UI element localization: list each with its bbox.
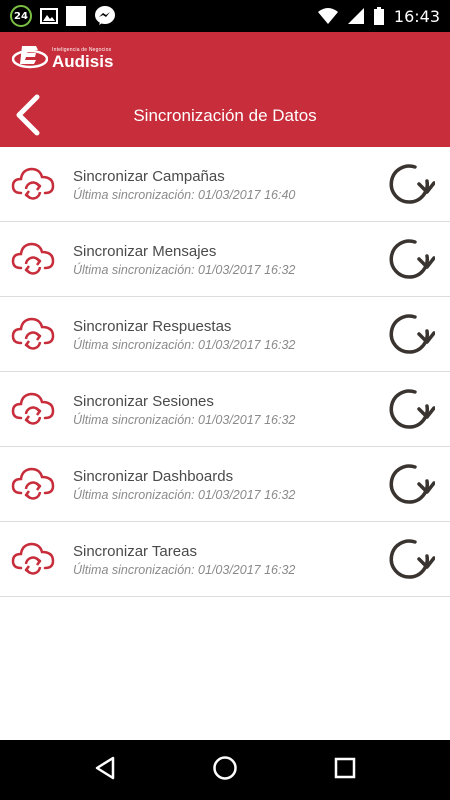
sync-item-label: Sincronizar Tareas <box>73 543 197 560</box>
app-header: Inteligencia de Negocios Audisis Sincron… <box>0 32 450 147</box>
sync-item-label: Sincronizar Dashboards <box>73 468 234 485</box>
sync-row-sesiones[interactable]: Sincronizar Sesiones Última sincronizaci… <box>0 372 450 447</box>
sync-item-label: Sincronizar Sesiones <box>73 393 214 410</box>
sync-item-label: Sincronizar Mensajes <box>73 243 217 260</box>
logo-mark-icon <box>11 42 49 75</box>
cloud-sync-icon <box>11 315 55 351</box>
refresh-icon <box>385 384 436 439</box>
nav-home-button[interactable] <box>200 745 250 795</box>
image-icon <box>40 7 58 25</box>
refresh-icon <box>385 459 436 514</box>
sync-list: Sincronizar Campañas Última sincronizaci… <box>0 147 450 597</box>
cloud-sync-icon <box>11 240 55 276</box>
system-nav-bar <box>0 740 450 800</box>
page-title: Sincronización de Datos <box>133 106 317 125</box>
battery-icon <box>373 7 384 25</box>
status-time: 16:43 <box>393 6 440 26</box>
refresh-button[interactable] <box>384 236 436 286</box>
recents-square-icon <box>334 757 356 784</box>
signal-icon <box>347 8 364 24</box>
home-circle-icon <box>212 755 238 786</box>
audisis-logo: Inteligencia de Negocios Audisis <box>11 42 113 75</box>
sync-item-timestamp: Última sincronización: 01/03/2017 16:40 <box>73 188 296 202</box>
refresh-button[interactable] <box>384 536 436 586</box>
refresh-button[interactable] <box>384 311 436 361</box>
notification-badge: 24 <box>10 5 32 27</box>
status-right: 16:43 <box>317 6 440 26</box>
refresh-button[interactable] <box>384 386 436 436</box>
sync-row-mensajes[interactable]: Sincronizar Mensajes Última sincronizaci… <box>0 222 450 297</box>
sync-row-respuestas[interactable]: Sincronizar Respuestas Última sincroniza… <box>0 297 450 372</box>
sync-item-label: Sincronizar Respuestas <box>73 318 232 335</box>
cloud-sync-icon <box>11 390 55 426</box>
refresh-icon <box>385 309 436 364</box>
logo-name: Audisis <box>52 52 114 71</box>
cloud-sync-icon <box>11 540 55 576</box>
app-icon <box>66 6 86 26</box>
sync-item-timestamp: Última sincronización: 01/03/2017 16:32 <box>73 338 296 352</box>
sync-item-timestamp: Última sincronización: 01/03/2017 16:32 <box>73 488 296 502</box>
sync-item-timestamp: Última sincronización: 01/03/2017 16:32 <box>73 263 296 277</box>
sync-item-timestamp: Última sincronización: 01/03/2017 16:32 <box>73 413 296 427</box>
status-bar: 24 16:43 <box>0 0 450 32</box>
sync-row-tareas[interactable]: Sincronizar Tareas Última sincronización… <box>0 522 450 597</box>
back-triangle-icon <box>93 755 117 786</box>
refresh-icon <box>385 234 436 289</box>
cloud-sync-icon <box>11 465 55 501</box>
cloud-sync-icon <box>11 165 55 201</box>
nav-recents-button[interactable] <box>320 745 370 795</box>
refresh-button[interactable] <box>384 161 436 211</box>
refresh-button[interactable] <box>384 461 436 511</box>
messenger-icon <box>94 5 116 27</box>
sync-row-campanas[interactable]: Sincronizar Campañas Última sincronizaci… <box>0 147 450 222</box>
refresh-icon <box>385 159 436 214</box>
sync-item-timestamp: Última sincronización: 01/03/2017 16:32 <box>73 563 296 577</box>
sync-item-label: Sincronizar Campañas <box>73 168 225 185</box>
sync-row-dashboards[interactable]: Sincronizar Dashboards Última sincroniza… <box>0 447 450 522</box>
refresh-icon <box>385 534 436 589</box>
status-left: 24 <box>10 5 116 27</box>
logo-text: Inteligencia de Negocios Audisis <box>52 47 113 70</box>
wifi-icon <box>317 8 338 24</box>
nav-back-button[interactable] <box>80 745 130 795</box>
